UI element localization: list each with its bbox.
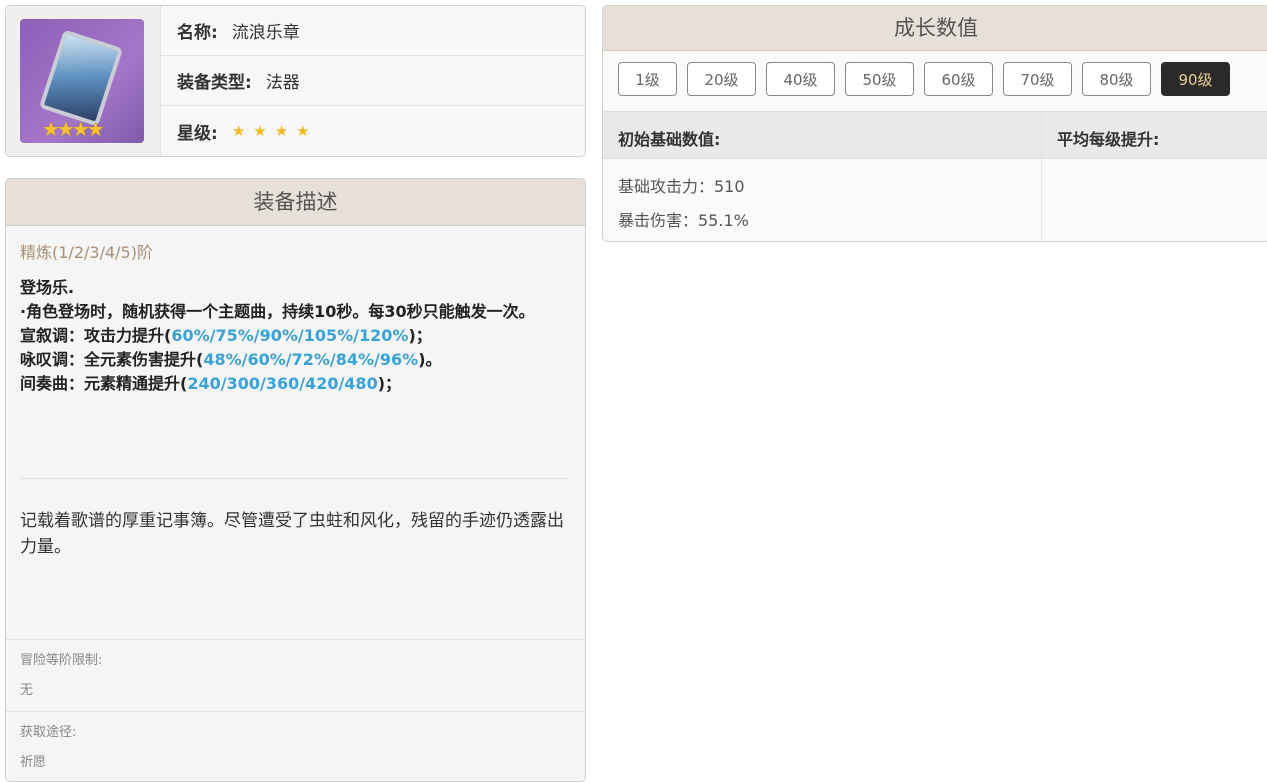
name-row: 名称: 流浪乐章	[161, 6, 585, 56]
weapon-info-card: ★ ★ ★ ★ 名称: 流浪乐章 装备类型: 法器 星级: ★ ★ ★ ★	[5, 5, 586, 157]
stats-table-header: 初始基础数值: 平均每级提升:	[603, 111, 1267, 159]
level-button-50级[interactable]: 50级	[845, 62, 914, 96]
effect-suffix: )。	[418, 350, 442, 369]
level-button-80级[interactable]: 80级	[1082, 62, 1151, 96]
ar-value: 无	[20, 683, 34, 698]
effect-prefix: 宣叙调：攻击力提升(	[20, 326, 172, 345]
weapon-image: ★★★★	[20, 19, 144, 143]
ar-label: 冒险等阶限制:	[20, 653, 103, 668]
source-label: 获取途径:	[20, 725, 77, 740]
level-button-40级[interactable]: 40级	[766, 62, 835, 96]
level-buttons: 1级 20级 40级 50级 60级 70级 80级 90级	[618, 62, 1230, 96]
refinement-label: 精炼(1/2/3/4/5)阶	[20, 243, 153, 262]
effect-values: 60%/75%/90%/105%/120%	[171, 326, 409, 345]
effect-values: 240/300/360/420/480	[187, 374, 378, 393]
lore-text: 记载着歌谱的厚重记事簿。尽管遭受了虫蛀和风化，残留的手迹仍透露出力量。	[20, 511, 564, 557]
rarity-stars: ★ ★ ★ ★	[232, 121, 318, 141]
star-icon: ★	[231, 122, 246, 140]
rarity-label: 星级:	[177, 123, 218, 144]
weapon-type: 法器	[265, 73, 300, 93]
type-label: 装备类型:	[177, 73, 252, 93]
level-button-60级[interactable]: 60级	[924, 62, 993, 96]
effect-suffix: )；	[408, 326, 432, 345]
name-label: 名称:	[177, 23, 218, 43]
level-button-20级[interactable]: 20级	[687, 62, 756, 96]
stat-crit-dmg: 暴击伤害：55.1%	[618, 211, 749, 230]
source-value: 祈愿	[20, 755, 47, 770]
effect-text: 登场乐. ·角色登场时，随机获得一个主题曲，持续10秒。每30秒只能触发一次。 …	[20, 276, 565, 396]
ascension-limit-section: 冒险等阶限制: 无	[6, 639, 585, 706]
level-button-90级[interactable]: 90级	[1161, 62, 1230, 96]
description-card: 装备描述 精炼(1/2/3/4/5)阶 登场乐. ·角色登场时，随机获得一个主题…	[5, 178, 586, 782]
avg-growth-header: 平均每级提升:	[1057, 130, 1160, 149]
growth-title: 成长数值	[603, 6, 1267, 51]
effect-values: 48%/60%/72%/84%/96%	[203, 350, 419, 369]
growth-card: 成长数值 1级 20级 40级 50级 60级 70级 80级 90级 初始基础数值: 平均每…	[602, 5, 1267, 242]
base-stats-header: 初始基础数值:	[618, 130, 721, 149]
rarity-stars-badge: ★★★★	[42, 117, 105, 141]
type-row: 装备类型: 法器	[161, 56, 585, 106]
catalyst-book-icon	[38, 29, 124, 127]
weapon-image-cell: ★★★★	[6, 6, 161, 156]
rarity-row: 星级: ★ ★ ★ ★	[161, 106, 585, 156]
passive-name: 登场乐.	[20, 278, 75, 297]
effect-line: 咏叹调：全元素伤害提升(48%/60%/72%/84%/96%)。	[20, 348, 565, 372]
level-button-1级[interactable]: 1级	[618, 62, 677, 96]
stat-base-atk: 基础攻击力：510	[618, 177, 745, 196]
effect-prefix: 间奏曲：元素精通提升(	[20, 374, 188, 393]
effect-prefix: 咏叹调：全元素伤害提升(	[20, 350, 204, 369]
divider	[20, 478, 569, 479]
description-title: 装备描述	[6, 179, 585, 226]
star-icon: ★	[296, 122, 310, 140]
effect-line: 间奏曲：元素精通提升(240/300/360/420/480)；	[20, 372, 565, 396]
source-section: 获取途径: 祈愿	[6, 711, 585, 778]
level-button-70级[interactable]: 70级	[1003, 62, 1072, 96]
effect-suffix: )；	[377, 374, 402, 393]
star-icon: ★	[253, 122, 267, 140]
column-divider	[1041, 111, 1042, 241]
star-icon: ★	[274, 122, 289, 140]
passive-text: ·角色登场时，随机获得一个主题曲，持续10秒。每30秒只能触发一次。	[20, 302, 535, 321]
weapon-name: 流浪乐章	[231, 23, 300, 43]
effect-line: 宣叙调：攻击力提升(60%/75%/90%/105%/120%)；	[20, 324, 565, 348]
